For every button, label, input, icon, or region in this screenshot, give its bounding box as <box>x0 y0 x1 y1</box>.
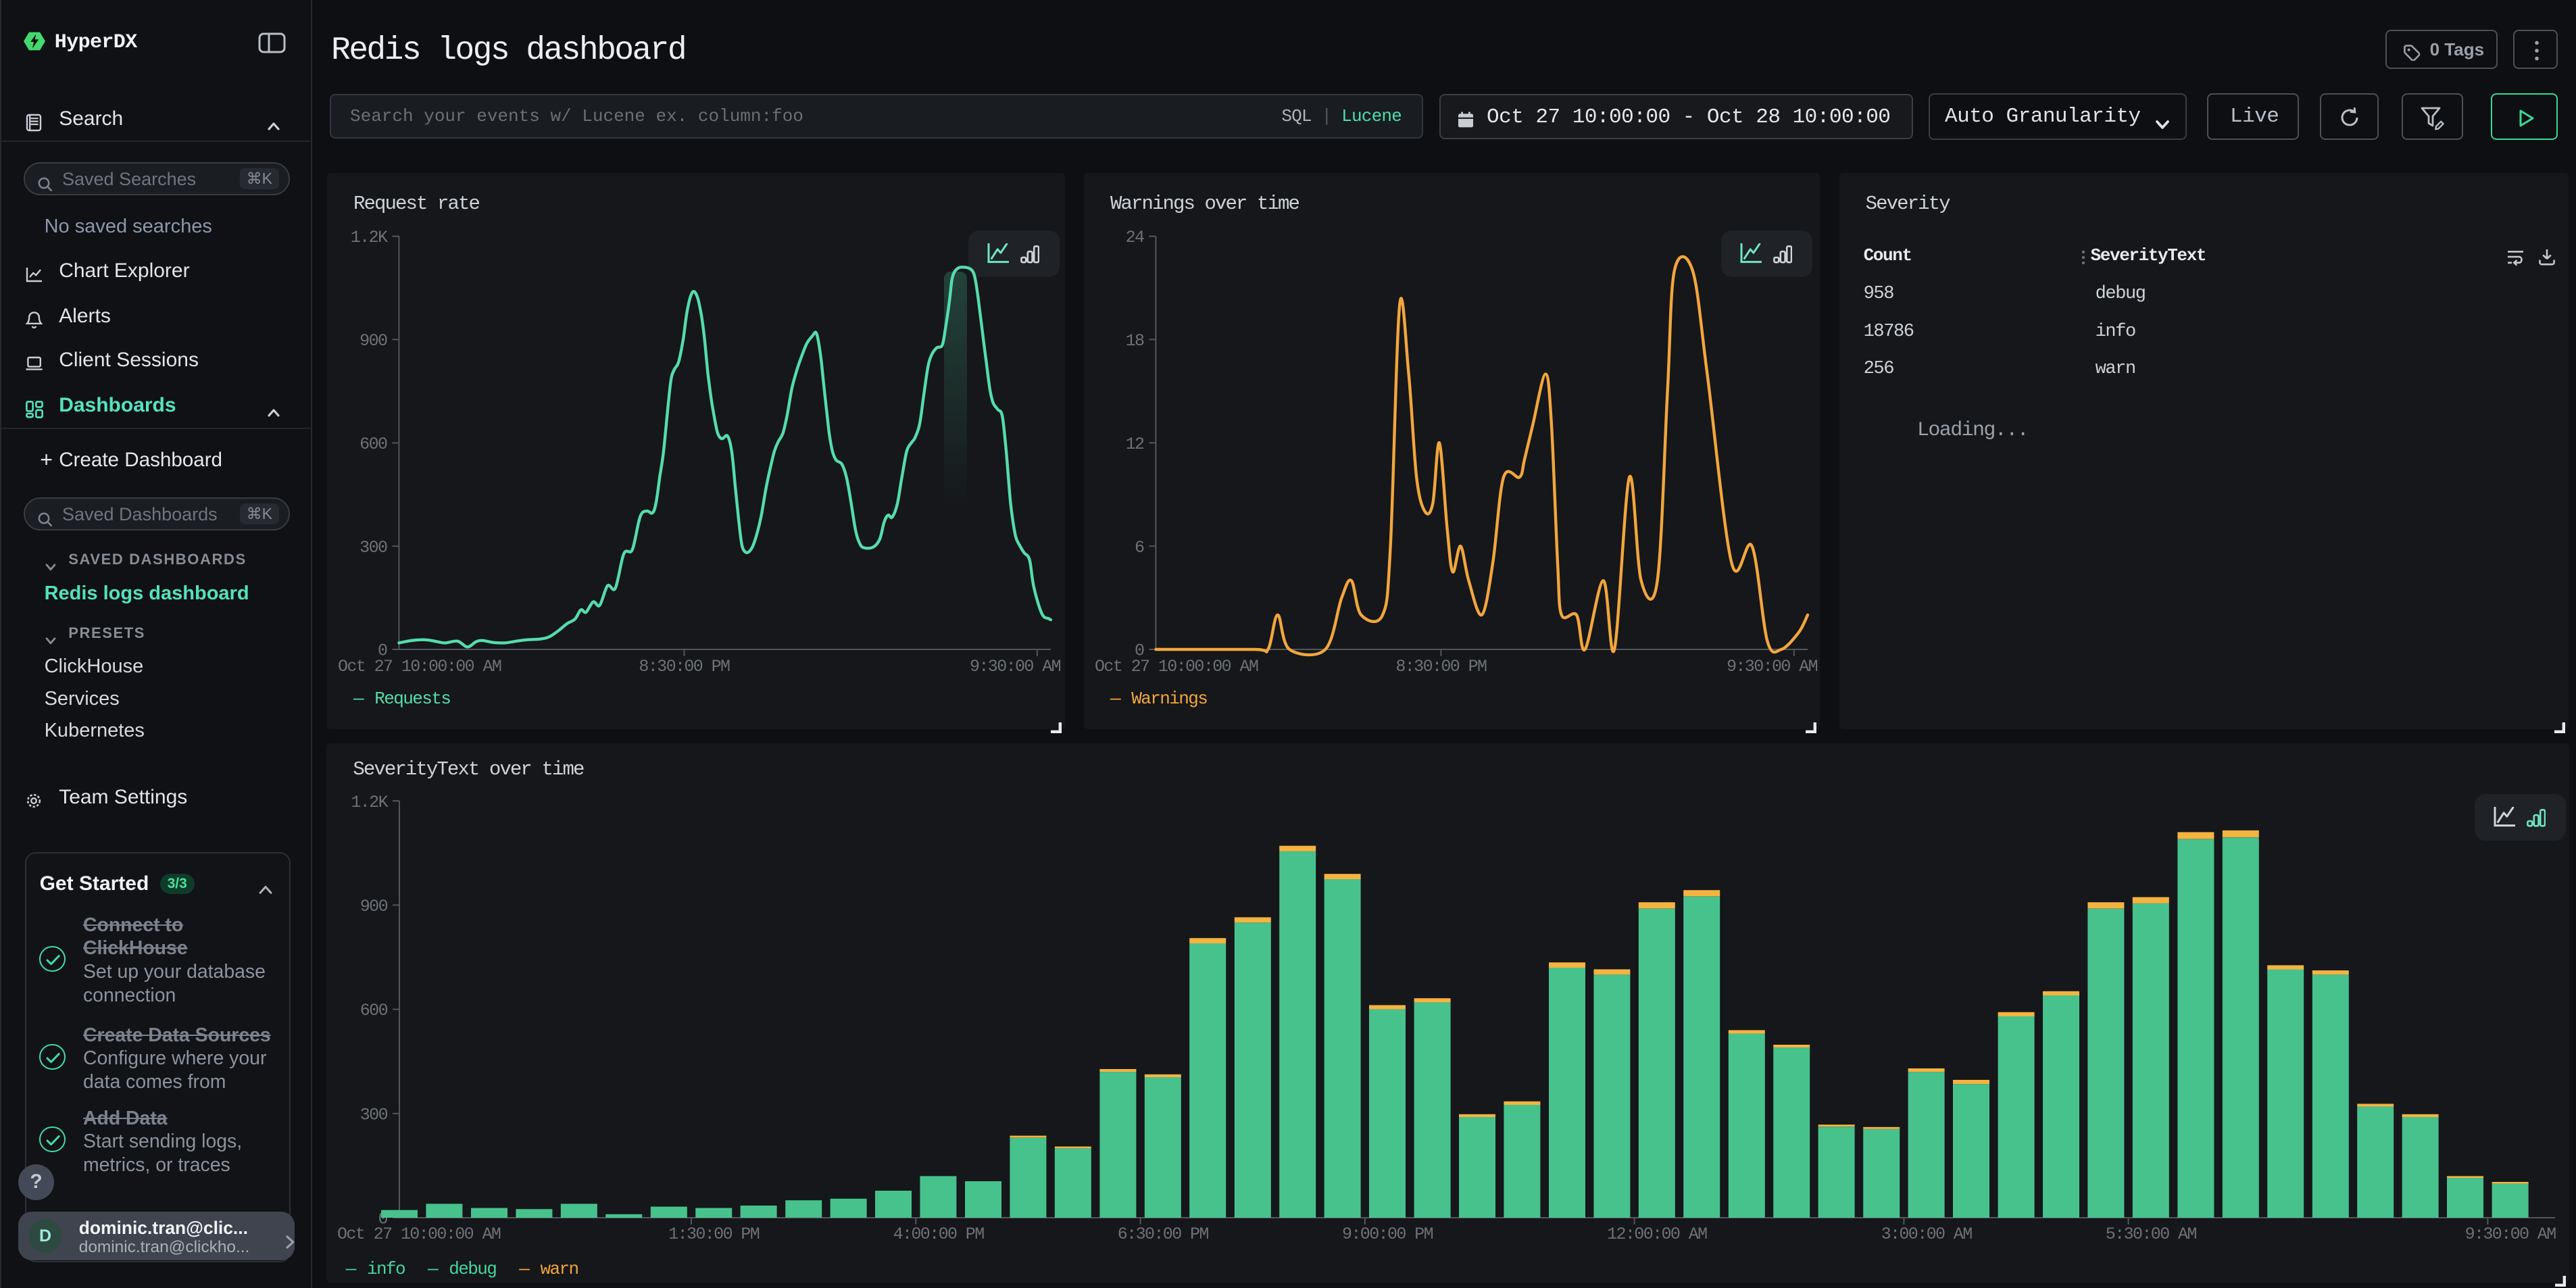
svg-text:Oct 27 10:00:00 AM: Oct 27 10:00:00 AM <box>1095 657 1258 676</box>
svg-text:9:30:00 AM: 9:30:00 AM <box>970 657 1061 676</box>
svg-text:9:00:00 PM: 9:00:00 PM <box>1342 1224 1433 1244</box>
svg-text:600: 600 <box>360 1001 388 1020</box>
svg-text:6: 6 <box>1135 537 1144 557</box>
svg-text:600: 600 <box>360 434 387 453</box>
svg-text:1.2K: 1.2K <box>351 228 388 247</box>
svg-text:900: 900 <box>360 897 388 916</box>
svg-text:Oct 27 10:00:00 AM: Oct 27 10:00:00 AM <box>338 657 501 676</box>
svg-text:Oct 27 10:00:00 AM: Oct 27 10:00:00 AM <box>337 1224 501 1244</box>
svg-text:900: 900 <box>360 331 387 351</box>
svg-text:8:30:00 PM: 8:30:00 PM <box>1395 657 1487 676</box>
svg-text:3:00:00 AM: 3:00:00 AM <box>1881 1224 1973 1244</box>
svg-text:5:30:00 AM: 5:30:00 AM <box>2106 1224 2197 1244</box>
svg-text:1.2K: 1.2K <box>351 793 389 812</box>
svg-text:6:30:00 PM: 6:30:00 PM <box>1118 1224 1209 1244</box>
svg-text:300: 300 <box>360 537 387 557</box>
svg-text:12: 12 <box>1126 434 1144 453</box>
svg-text:4:00:00 PM: 4:00:00 PM <box>893 1224 985 1244</box>
svg-text:300: 300 <box>360 1105 388 1124</box>
svg-text:12:00:00 AM: 12:00:00 AM <box>1607 1224 1707 1244</box>
svg-text:24: 24 <box>1126 228 1144 247</box>
svg-text:8:30:00 PM: 8:30:00 PM <box>639 657 730 676</box>
svg-text:9:30:00 AM: 9:30:00 AM <box>1727 657 1818 676</box>
svg-text:9:30:00 AM: 9:30:00 AM <box>2465 1224 2556 1244</box>
svg-text:1:30:00 PM: 1:30:00 PM <box>669 1224 760 1244</box>
svg-text:18: 18 <box>1126 331 1144 351</box>
